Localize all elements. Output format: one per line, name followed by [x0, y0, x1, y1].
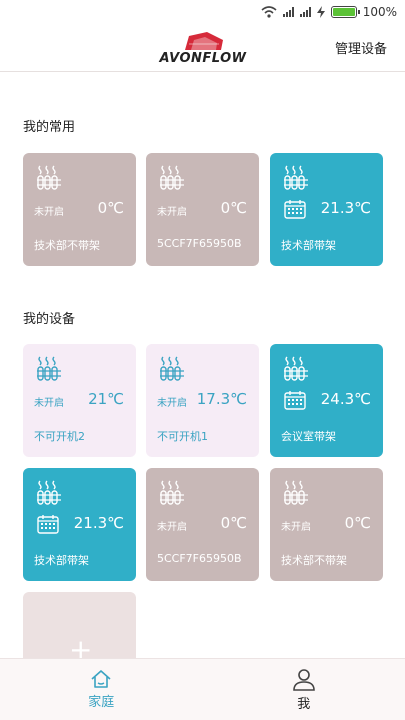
battery-icon [330, 6, 360, 18]
favorites-title: 我的常用 [23, 120, 76, 135]
device-status: 未开启 [34, 207, 64, 218]
device-temperature: 21.3℃ [320, 199, 371, 217]
heater-icon [284, 480, 308, 505]
logo-text: AVONFLOW [159, 51, 247, 66]
heater-icon [160, 480, 184, 505]
heater-icon [37, 165, 61, 190]
device-card[interactable]: 未开启 17.3℃ 不可开机1 [146, 344, 259, 457]
heater-icon [37, 356, 61, 381]
device-temperature: 21.3℃ [73, 514, 124, 532]
signal-icon [282, 7, 294, 17]
device-temperature: 24.3℃ [320, 390, 371, 408]
device-name: 技术部带架 [34, 554, 89, 567]
tab-bar: 家庭 我 [0, 658, 405, 720]
device-temperature: 17.3℃ [196, 390, 247, 408]
device-temperature: 0℃ [97, 199, 124, 217]
device-name: 技术部带架 [281, 239, 336, 252]
calendar-icon [284, 391, 306, 410]
user-icon [292, 669, 315, 691]
device-temperature: 0℃ [344, 514, 371, 532]
device-status: 未开启 [157, 398, 187, 409]
device-card[interactable]: 未开启 0℃ 5CCF7F65950B [146, 153, 259, 266]
device-name: 技术部不带架 [281, 554, 347, 567]
device-name: 5CCF7F65950B [157, 552, 242, 565]
device-card[interactable]: 21.3℃ 技术部带架 [270, 153, 383, 266]
heater-icon [37, 480, 61, 505]
home-icon [91, 670, 111, 688]
device-card[interactable]: 未开启 0℃ 5CCF7F65950B [146, 468, 259, 581]
device-name: 5CCF7F65950B [157, 237, 242, 250]
wifi-icon [261, 6, 277, 18]
header: AVONFLOW 管理设备 [0, 24, 405, 72]
battery-percent: 100% [362, 5, 397, 19]
device-card[interactable]: 未开启 21℃ 不可开机2 [23, 344, 136, 457]
tab-home[interactable]: 家庭 [0, 659, 203, 720]
device-card[interactable]: 24.3℃ 会议室带架 [270, 344, 383, 457]
device-name: 不可开机2 [34, 430, 85, 443]
brand-logo: AVONFLOW [145, 30, 261, 68]
heater-icon [160, 165, 184, 190]
calendar-icon [284, 200, 306, 219]
device-card[interactable]: 未开启 0℃ 技术部不带架 [270, 468, 383, 581]
heater-icon [160, 356, 184, 381]
device-name: 不可开机1 [157, 430, 208, 443]
device-temperature: 0℃ [220, 199, 247, 217]
devices-title: 我的设备 [23, 312, 76, 327]
heater-icon [284, 356, 308, 381]
device-status: 未开启 [281, 522, 311, 533]
device-card[interactable]: 21.3℃ 技术部带架 [23, 468, 136, 581]
device-temperature: 0℃ [220, 514, 247, 532]
heater-icon [284, 165, 308, 190]
device-status: 未开启 [34, 398, 64, 409]
device-status: 未开启 [157, 522, 187, 533]
device-card[interactable]: 未开启 0℃ 技术部不带架 [23, 153, 136, 266]
status-bar: 100% [0, 0, 405, 24]
manage-devices-button[interactable]: 管理设备 [335, 38, 387, 57]
device-temperature: 21℃ [88, 390, 124, 408]
device-status: 未开启 [157, 207, 187, 218]
tab-home-label: 家庭 [88, 695, 115, 710]
tab-me-label: 我 [297, 697, 311, 712]
charging-icon [316, 6, 325, 18]
signal-icon [299, 7, 311, 17]
calendar-icon [37, 515, 59, 534]
device-name: 会议室带架 [281, 430, 336, 443]
device-name: 技术部不带架 [34, 239, 100, 252]
tab-me[interactable]: 我 [203, 659, 405, 720]
